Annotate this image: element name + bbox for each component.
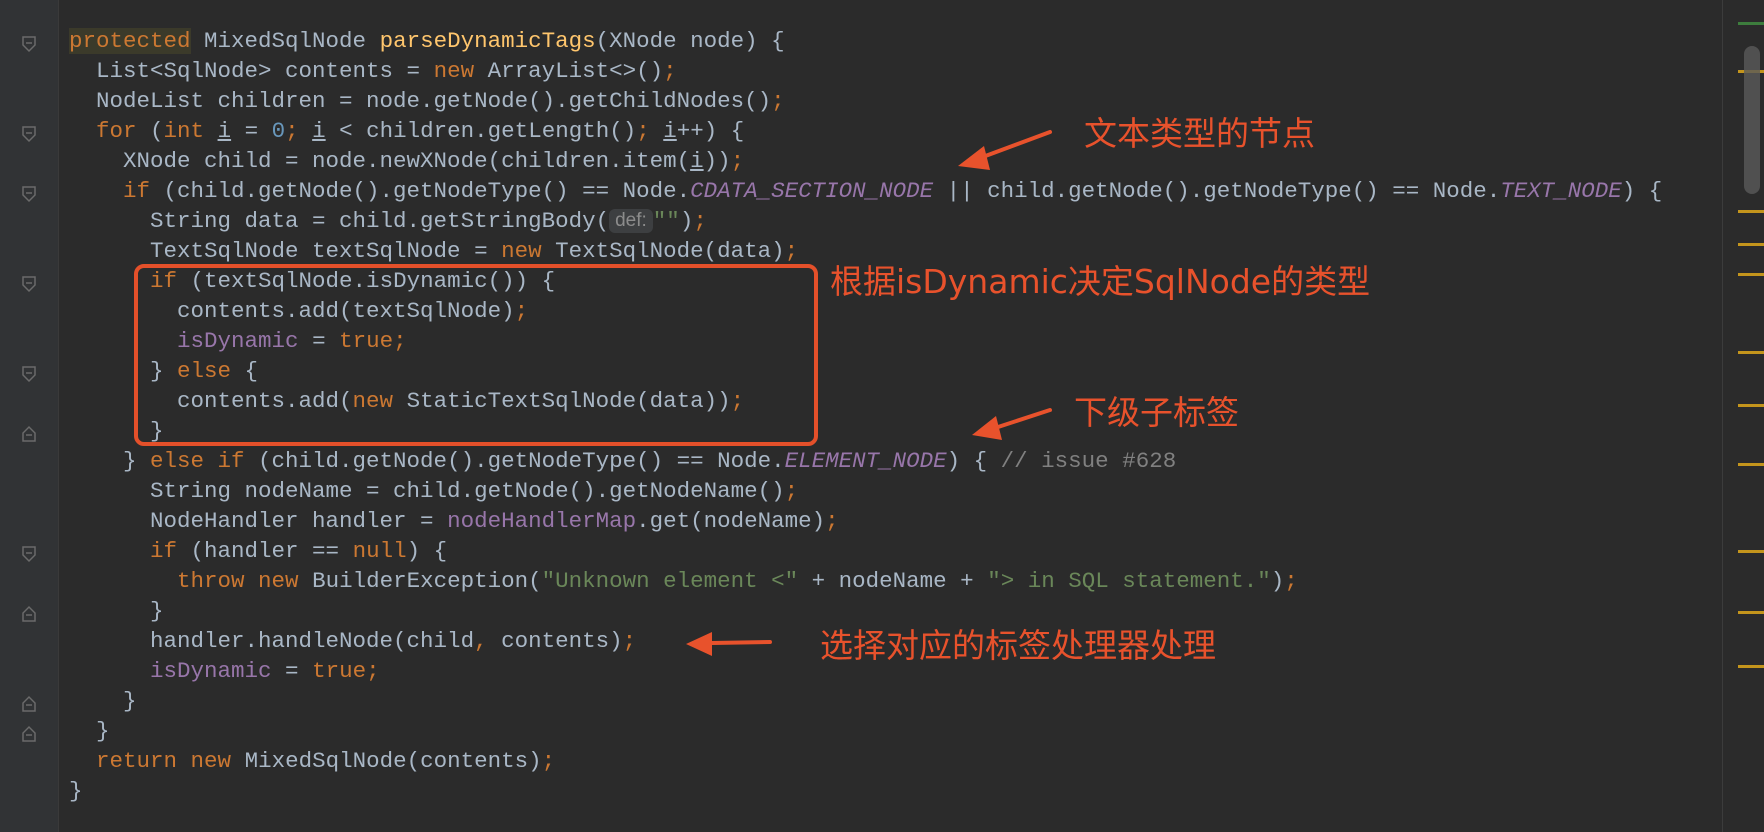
arrowhead-icon — [972, 416, 1002, 440]
arrowhead-icon — [958, 146, 990, 170]
arrow-icon — [993, 408, 1052, 430]
arrowhead-icon — [686, 632, 712, 656]
arrow-icon — [978, 130, 1052, 160]
annotation-arrows — [686, 130, 1052, 656]
arrow-icon — [710, 640, 772, 645]
